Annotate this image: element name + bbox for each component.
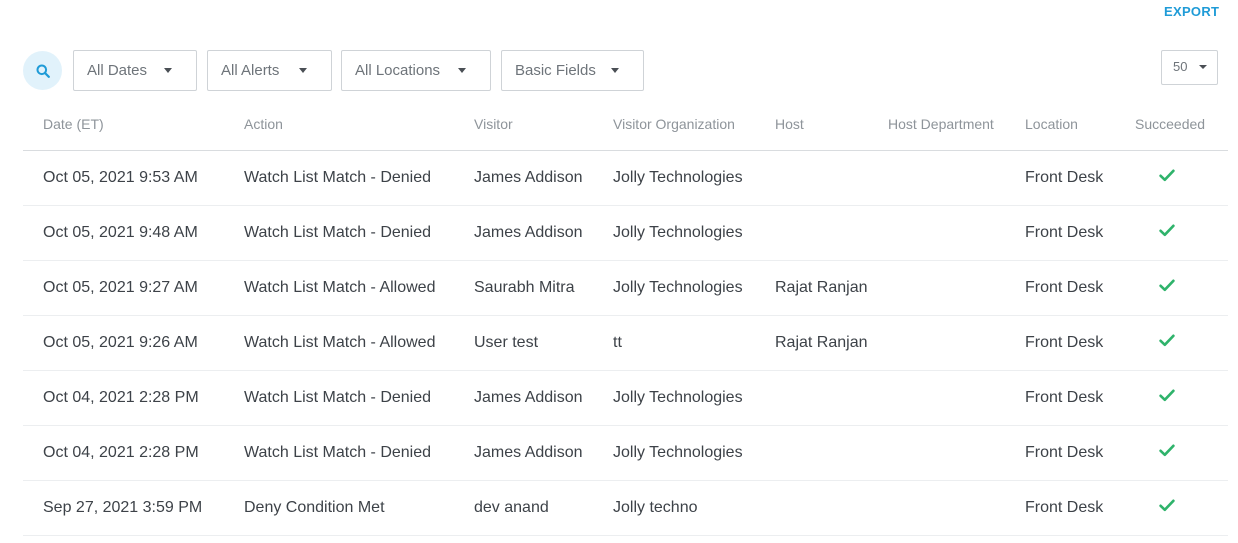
cell-date: Oct 05, 2021 9:26 AM xyxy=(23,315,244,371)
cell-succeeded xyxy=(1135,150,1228,206)
cell-host xyxy=(775,150,888,206)
alerts-filter-dropdown[interactable]: All Alerts xyxy=(207,50,332,91)
chevron-down-icon xyxy=(458,68,466,73)
cell-visitor-organization: tt xyxy=(613,315,775,371)
column-header-host-department[interactable]: Host Department xyxy=(888,97,1025,151)
search-button[interactable] xyxy=(23,51,62,90)
page-size-label: 50 xyxy=(1173,59,1188,74)
cell-host-department xyxy=(888,370,1025,426)
table-row[interactable]: Oct 05, 2021 9:27 AM Watch List Match - A… xyxy=(23,260,1228,316)
column-header-visitor-organization[interactable]: Visitor Organization xyxy=(613,97,775,151)
cell-location: Front Desk xyxy=(1025,315,1135,371)
cell-host xyxy=(775,370,888,426)
check-icon xyxy=(1159,169,1175,187)
cell-action: Deny Condition Met xyxy=(244,480,474,536)
cell-host xyxy=(775,480,888,536)
column-header-date[interactable]: Date (ET) xyxy=(23,97,244,151)
fields-filter-dropdown[interactable]: Basic Fields xyxy=(501,50,644,91)
cell-succeeded xyxy=(1135,370,1228,426)
dates-filter-dropdown[interactable]: All Dates xyxy=(73,50,197,91)
table-row[interactable]: Oct 04, 2021 2:28 PM Watch List Match - D… xyxy=(23,425,1228,481)
cell-visitor-organization: Jolly Technologies xyxy=(613,260,775,316)
column-header-visitor[interactable]: Visitor xyxy=(474,97,613,151)
cell-action: Watch List Match - Denied xyxy=(244,205,474,261)
page-size-dropdown[interactable]: 50 xyxy=(1161,50,1218,85)
cell-date: Oct 04, 2021 2:28 PM xyxy=(23,425,244,481)
check-icon xyxy=(1159,224,1175,242)
cell-host: Rajat Ranjan xyxy=(775,315,888,371)
locations-filter-dropdown[interactable]: All Locations xyxy=(341,50,491,91)
check-icon xyxy=(1159,334,1175,352)
cell-location: Front Desk xyxy=(1025,480,1135,536)
table-row[interactable]: Oct 05, 2021 9:48 AM Watch List Match - D… xyxy=(23,205,1228,261)
audit-log-table: Date (ET) Action Visitor Visitor Organiz… xyxy=(23,97,1228,536)
cell-action: Watch List Match - Denied xyxy=(244,425,474,481)
cell-visitor: User test xyxy=(474,315,613,371)
cell-visitor: James Addison xyxy=(474,370,613,426)
dates-filter-label: All Dates xyxy=(87,62,148,79)
cell-location: Front Desk xyxy=(1025,425,1135,481)
table-row[interactable]: Oct 05, 2021 9:26 AM Watch List Match - A… xyxy=(23,315,1228,371)
check-icon xyxy=(1159,279,1175,297)
cell-visitor: Saurabh Mitra xyxy=(474,260,613,316)
cell-action: Watch List Match - Allowed xyxy=(244,260,474,316)
cell-action: Watch List Match - Denied xyxy=(244,150,474,206)
cell-action: Watch List Match - Denied xyxy=(244,370,474,426)
alerts-filter-label: All Alerts xyxy=(221,62,280,79)
cell-date: Sep 27, 2021 3:59 PM xyxy=(23,480,244,536)
cell-succeeded xyxy=(1135,315,1228,371)
cell-location: Front Desk xyxy=(1025,260,1135,316)
cell-visitor: dev anand xyxy=(474,480,613,536)
cell-location: Front Desk xyxy=(1025,370,1135,426)
chevron-down-icon xyxy=(299,68,307,73)
cell-location: Front Desk xyxy=(1025,205,1135,261)
cell-action: Watch List Match - Allowed xyxy=(244,315,474,371)
column-header-host[interactable]: Host xyxy=(775,97,888,151)
table-row[interactable]: Oct 04, 2021 2:28 PM Watch List Match - D… xyxy=(23,370,1228,426)
check-icon xyxy=(1159,389,1175,407)
fields-filter-label: Basic Fields xyxy=(515,62,596,79)
check-icon xyxy=(1159,499,1175,517)
search-icon xyxy=(36,64,50,78)
cell-visitor-organization: Jolly Technologies xyxy=(613,370,775,426)
cell-host xyxy=(775,205,888,261)
cell-succeeded xyxy=(1135,480,1228,536)
cell-visitor-organization: Jolly techno xyxy=(613,480,775,536)
column-header-action[interactable]: Action xyxy=(244,97,474,151)
chevron-down-icon xyxy=(611,68,619,73)
chevron-down-icon xyxy=(1199,65,1207,69)
cell-host-department xyxy=(888,315,1025,371)
table-row[interactable]: Sep 27, 2021 3:59 PM Deny Condition Met de… xyxy=(23,480,1228,536)
cell-succeeded xyxy=(1135,260,1228,316)
cell-date: Oct 04, 2021 2:28 PM xyxy=(23,370,244,426)
cell-date: Oct 05, 2021 9:48 AM xyxy=(23,205,244,261)
cell-host: Rajat Ranjan xyxy=(775,260,888,316)
locations-filter-label: All Locations xyxy=(355,62,441,79)
chevron-down-icon xyxy=(164,68,172,73)
cell-host-department xyxy=(888,480,1025,536)
cell-visitor-organization: Jolly Technologies xyxy=(613,425,775,481)
table-row[interactable]: Oct 05, 2021 9:53 AM Watch List Match - D… xyxy=(23,150,1228,206)
column-header-succeeded[interactable]: Succeeded xyxy=(1135,97,1228,151)
cell-visitor: James Addison xyxy=(474,150,613,206)
cell-host xyxy=(775,425,888,481)
cell-host-department xyxy=(888,205,1025,261)
export-button[interactable]: EXPORT xyxy=(1164,4,1219,19)
cell-host-department xyxy=(888,150,1025,206)
column-header-location[interactable]: Location xyxy=(1025,97,1135,151)
cell-date: Oct 05, 2021 9:53 AM xyxy=(23,150,244,206)
cell-visitor: James Addison xyxy=(474,425,613,481)
cell-succeeded xyxy=(1135,425,1228,481)
cell-visitor-organization: Jolly Technologies xyxy=(613,150,775,206)
filter-toolbar: All Dates All Alerts All Locations Basic… xyxy=(23,50,1218,91)
cell-host-department xyxy=(888,425,1025,481)
cell-succeeded xyxy=(1135,205,1228,261)
cell-date: Oct 05, 2021 9:27 AM xyxy=(23,260,244,316)
table-header-row: Date (ET) Action Visitor Visitor Organiz… xyxy=(23,97,1228,151)
cell-location: Front Desk xyxy=(1025,150,1135,206)
check-icon xyxy=(1159,444,1175,462)
cell-visitor-organization: Jolly Technologies xyxy=(613,205,775,261)
cell-visitor: James Addison xyxy=(474,205,613,261)
cell-host-department xyxy=(888,260,1025,316)
